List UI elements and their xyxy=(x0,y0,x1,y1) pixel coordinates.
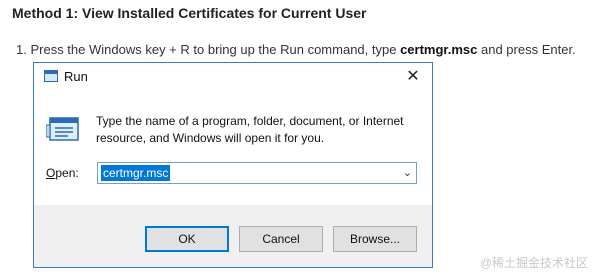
page-heading: Method 1: View Installed Certificates fo… xyxy=(12,5,367,21)
open-label: Open: xyxy=(46,166,79,180)
run-window-icon xyxy=(44,70,58,82)
step-command: certmgr.msc xyxy=(400,42,478,57)
step-text-after: and press Enter. xyxy=(477,42,576,57)
watermark: @稀土掘金技术社区 xyxy=(479,256,588,270)
cancel-button[interactable]: Cancel xyxy=(239,226,323,252)
run-dialog: Run ✕ Type the name of a program, folder… xyxy=(33,62,433,268)
step-number: 1. xyxy=(16,42,27,57)
open-label-accel: O xyxy=(46,166,56,180)
open-input[interactable]: certmgr.msc ⌄ xyxy=(97,162,417,184)
open-input-value[interactable]: certmgr.msc xyxy=(101,165,171,181)
run-program-icon xyxy=(46,117,79,141)
dialog-title: Run xyxy=(64,69,88,84)
step-text-before: Press the Windows key + R to bring up th… xyxy=(30,42,401,57)
dialog-description: Type the name of a program, folder, docu… xyxy=(96,114,404,145)
chevron-down-icon[interactable]: ⌄ xyxy=(403,166,412,179)
open-label-rest: pen: xyxy=(55,166,79,180)
dialog-titlebar[interactable]: Run ✕ xyxy=(34,63,432,91)
step-1-instruction: 1. Press the Windows key + R to bring up… xyxy=(16,42,576,57)
close-button[interactable]: ✕ xyxy=(400,65,426,89)
ok-button[interactable]: OK xyxy=(145,226,229,252)
browse-button[interactable]: Browse... xyxy=(333,226,417,252)
